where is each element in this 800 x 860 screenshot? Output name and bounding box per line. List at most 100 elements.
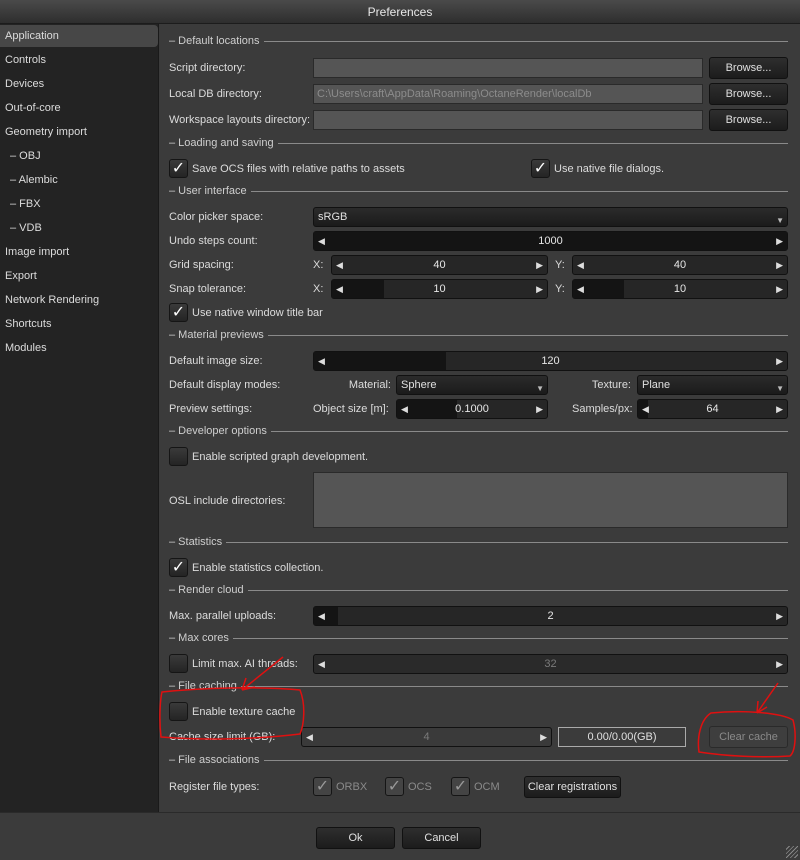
- image-size-slider[interactable]: ◀ 120 ▶: [313, 351, 788, 371]
- sidebar: Application Controls Devices Out-of-core…: [0, 24, 159, 812]
- native-file-dialogs-checkbox[interactable]: ✓: [531, 159, 550, 178]
- arrow-right-icon[interactable]: ▶: [536, 280, 543, 298]
- object-size-label: Object size [m]:: [313, 403, 389, 415]
- snap-y-slider[interactable]: ◀ 10 ▶: [572, 279, 788, 299]
- statistics-checkbox[interactable]: ✓: [169, 558, 188, 577]
- x-label: X:: [313, 259, 324, 271]
- section-material-previews: – Material previews: [169, 328, 788, 342]
- sidebar-item-vdb[interactable]: – VDB: [0, 217, 158, 239]
- scripted-graph-label: Enable scripted graph development.: [192, 451, 369, 463]
- texture-dropdown[interactable]: Plane ▼: [637, 375, 788, 395]
- arrow-right-icon[interactable]: ▶: [536, 400, 543, 418]
- native-file-dialogs-label: Use native file dialogs.: [554, 163, 665, 175]
- arrow-right-icon[interactable]: ▶: [776, 655, 783, 673]
- cache-usage-readout: 0.00/0.00(GB): [558, 727, 686, 747]
- texture-cache-checkbox[interactable]: [169, 702, 188, 721]
- slider-value: 40: [433, 259, 446, 271]
- chevron-down-icon: ▼: [776, 384, 784, 393]
- clear-registrations-button[interactable]: Clear registrations: [524, 776, 621, 798]
- x-label: X:: [313, 283, 324, 295]
- section-max-cores: – Max cores: [169, 631, 788, 645]
- arrow-right-icon[interactable]: ▶: [536, 256, 543, 274]
- script-directory-label: Script directory:: [169, 62, 246, 74]
- localdb-browse-button[interactable]: Browse...: [709, 83, 788, 105]
- ocs-checkbox[interactable]: ✓: [385, 777, 404, 796]
- sidebar-item-application[interactable]: Application: [0, 25, 158, 47]
- grid-x-slider[interactable]: ◀ 40 ▶: [331, 255, 548, 275]
- grid-spacing-label: Grid spacing:: [169, 259, 234, 271]
- object-size-slider[interactable]: ◀ 0.1000 ▶: [396, 399, 548, 419]
- chevron-down-icon: ▼: [776, 216, 784, 225]
- localdb-directory-input[interactable]: C:\Users\craft\AppData\Roaming\OctaneRen…: [313, 84, 703, 104]
- clear-cache-button[interactable]: Clear cache: [709, 726, 788, 748]
- sidebar-item-fbx[interactable]: – FBX: [0, 193, 158, 215]
- dropdown-value: sRGB: [318, 211, 348, 223]
- scripted-graph-checkbox[interactable]: [169, 447, 188, 466]
- slider-value: 0.1000: [455, 403, 489, 415]
- script-browse-button[interactable]: Browse...: [709, 57, 788, 79]
- arrow-right-icon[interactable]: ▶: [776, 400, 783, 418]
- section-header: – User interface: [169, 185, 247, 197]
- slider-value: 10: [673, 283, 687, 295]
- sidebar-item-obj[interactable]: – OBJ: [0, 145, 158, 167]
- resize-grip-icon[interactable]: [786, 846, 798, 858]
- display-modes-label: Default display modes:: [169, 379, 281, 391]
- sidebar-item-out-of-core[interactable]: Out-of-core: [0, 97, 158, 119]
- sidebar-item-controls[interactable]: Controls: [0, 49, 158, 71]
- section-user-interface: – User interface: [169, 184, 788, 198]
- dropdown-value: Sphere: [401, 379, 437, 391]
- workspace-browse-button[interactable]: Browse...: [709, 109, 788, 131]
- native-title-bar-checkbox[interactable]: ✓: [169, 303, 188, 322]
- osl-include-textarea[interactable]: [313, 472, 788, 528]
- window-title: Preferences: [0, 0, 800, 24]
- section-header: – Default locations: [169, 35, 260, 47]
- grid-y-slider[interactable]: ◀ 40 ▶: [572, 255, 788, 275]
- limit-ai-threads-checkbox[interactable]: [169, 654, 188, 673]
- sidebar-item-modules[interactable]: Modules: [0, 337, 158, 359]
- sidebar-item-image-import[interactable]: Image import: [0, 241, 158, 263]
- slider-value: 32: [544, 658, 557, 670]
- texture-cache-label: Enable texture cache: [192, 706, 296, 718]
- section-developer-options: – Developer options: [169, 424, 788, 438]
- section-default-locations: – Default locations: [169, 34, 788, 48]
- ai-threads-slider[interactable]: ◀ 32 ▶: [313, 654, 788, 674]
- workspace-directory-input[interactable]: [313, 110, 703, 130]
- ocm-checkbox[interactable]: ✓: [451, 777, 470, 796]
- sidebar-item-export[interactable]: Export: [0, 265, 158, 287]
- parallel-uploads-slider[interactable]: ◀ 2 ▶: [313, 606, 788, 626]
- localdb-directory-label: Local DB directory:: [169, 88, 262, 100]
- dropdown-value: Plane: [642, 379, 671, 391]
- cache-size-slider[interactable]: ◀ 4 ▶: [301, 727, 552, 747]
- undo-steps-slider[interactable]: ◀ 1000 ▶: [313, 231, 788, 251]
- workspace-directory-label: Workspace layouts directory:: [169, 114, 311, 126]
- ok-button[interactable]: Ok: [316, 827, 395, 849]
- material-dropdown[interactable]: Sphere ▼: [396, 375, 548, 395]
- sidebar-item-network-rendering[interactable]: Network Rendering: [0, 289, 158, 311]
- script-directory-input[interactable]: [313, 58, 703, 78]
- snap-x-slider[interactable]: ◀ 10 ▶: [331, 279, 548, 299]
- section-header: – Developer options: [169, 425, 267, 437]
- arrow-right-icon[interactable]: ▶: [776, 232, 783, 250]
- samples-slider[interactable]: ◀ 64 ▶: [637, 399, 788, 419]
- register-file-types-label: Register file types:: [169, 781, 260, 793]
- color-picker-dropdown[interactable]: sRGB ▼: [313, 207, 788, 227]
- sidebar-item-devices[interactable]: Devices: [0, 73, 158, 95]
- section-header: – Material previews: [169, 329, 264, 341]
- arrow-right-icon[interactable]: ▶: [776, 256, 783, 274]
- cancel-button[interactable]: Cancel: [402, 827, 481, 849]
- arrow-right-icon[interactable]: ▶: [776, 280, 783, 298]
- sidebar-item-alembic[interactable]: – Alembic: [0, 169, 158, 191]
- sidebar-item-geometry-import[interactable]: Geometry import: [0, 121, 158, 143]
- y-label: Y:: [555, 259, 565, 271]
- arrow-right-icon[interactable]: ▶: [776, 352, 783, 370]
- arrow-right-icon[interactable]: ▶: [540, 728, 547, 746]
- sidebar-item-shortcuts[interactable]: Shortcuts: [0, 313, 158, 335]
- arrow-right-icon[interactable]: ▶: [776, 607, 783, 625]
- ocs-label: OCS: [408, 781, 432, 793]
- slider-value: 10: [433, 283, 446, 295]
- save-ocs-relative-checkbox[interactable]: ✓: [169, 159, 188, 178]
- snap-tolerance-label: Snap tolerance:: [169, 283, 247, 295]
- section-loading-saving: – Loading and saving: [169, 136, 788, 150]
- orbx-checkbox[interactable]: ✓: [313, 777, 332, 796]
- slider-value: 4: [423, 731, 430, 743]
